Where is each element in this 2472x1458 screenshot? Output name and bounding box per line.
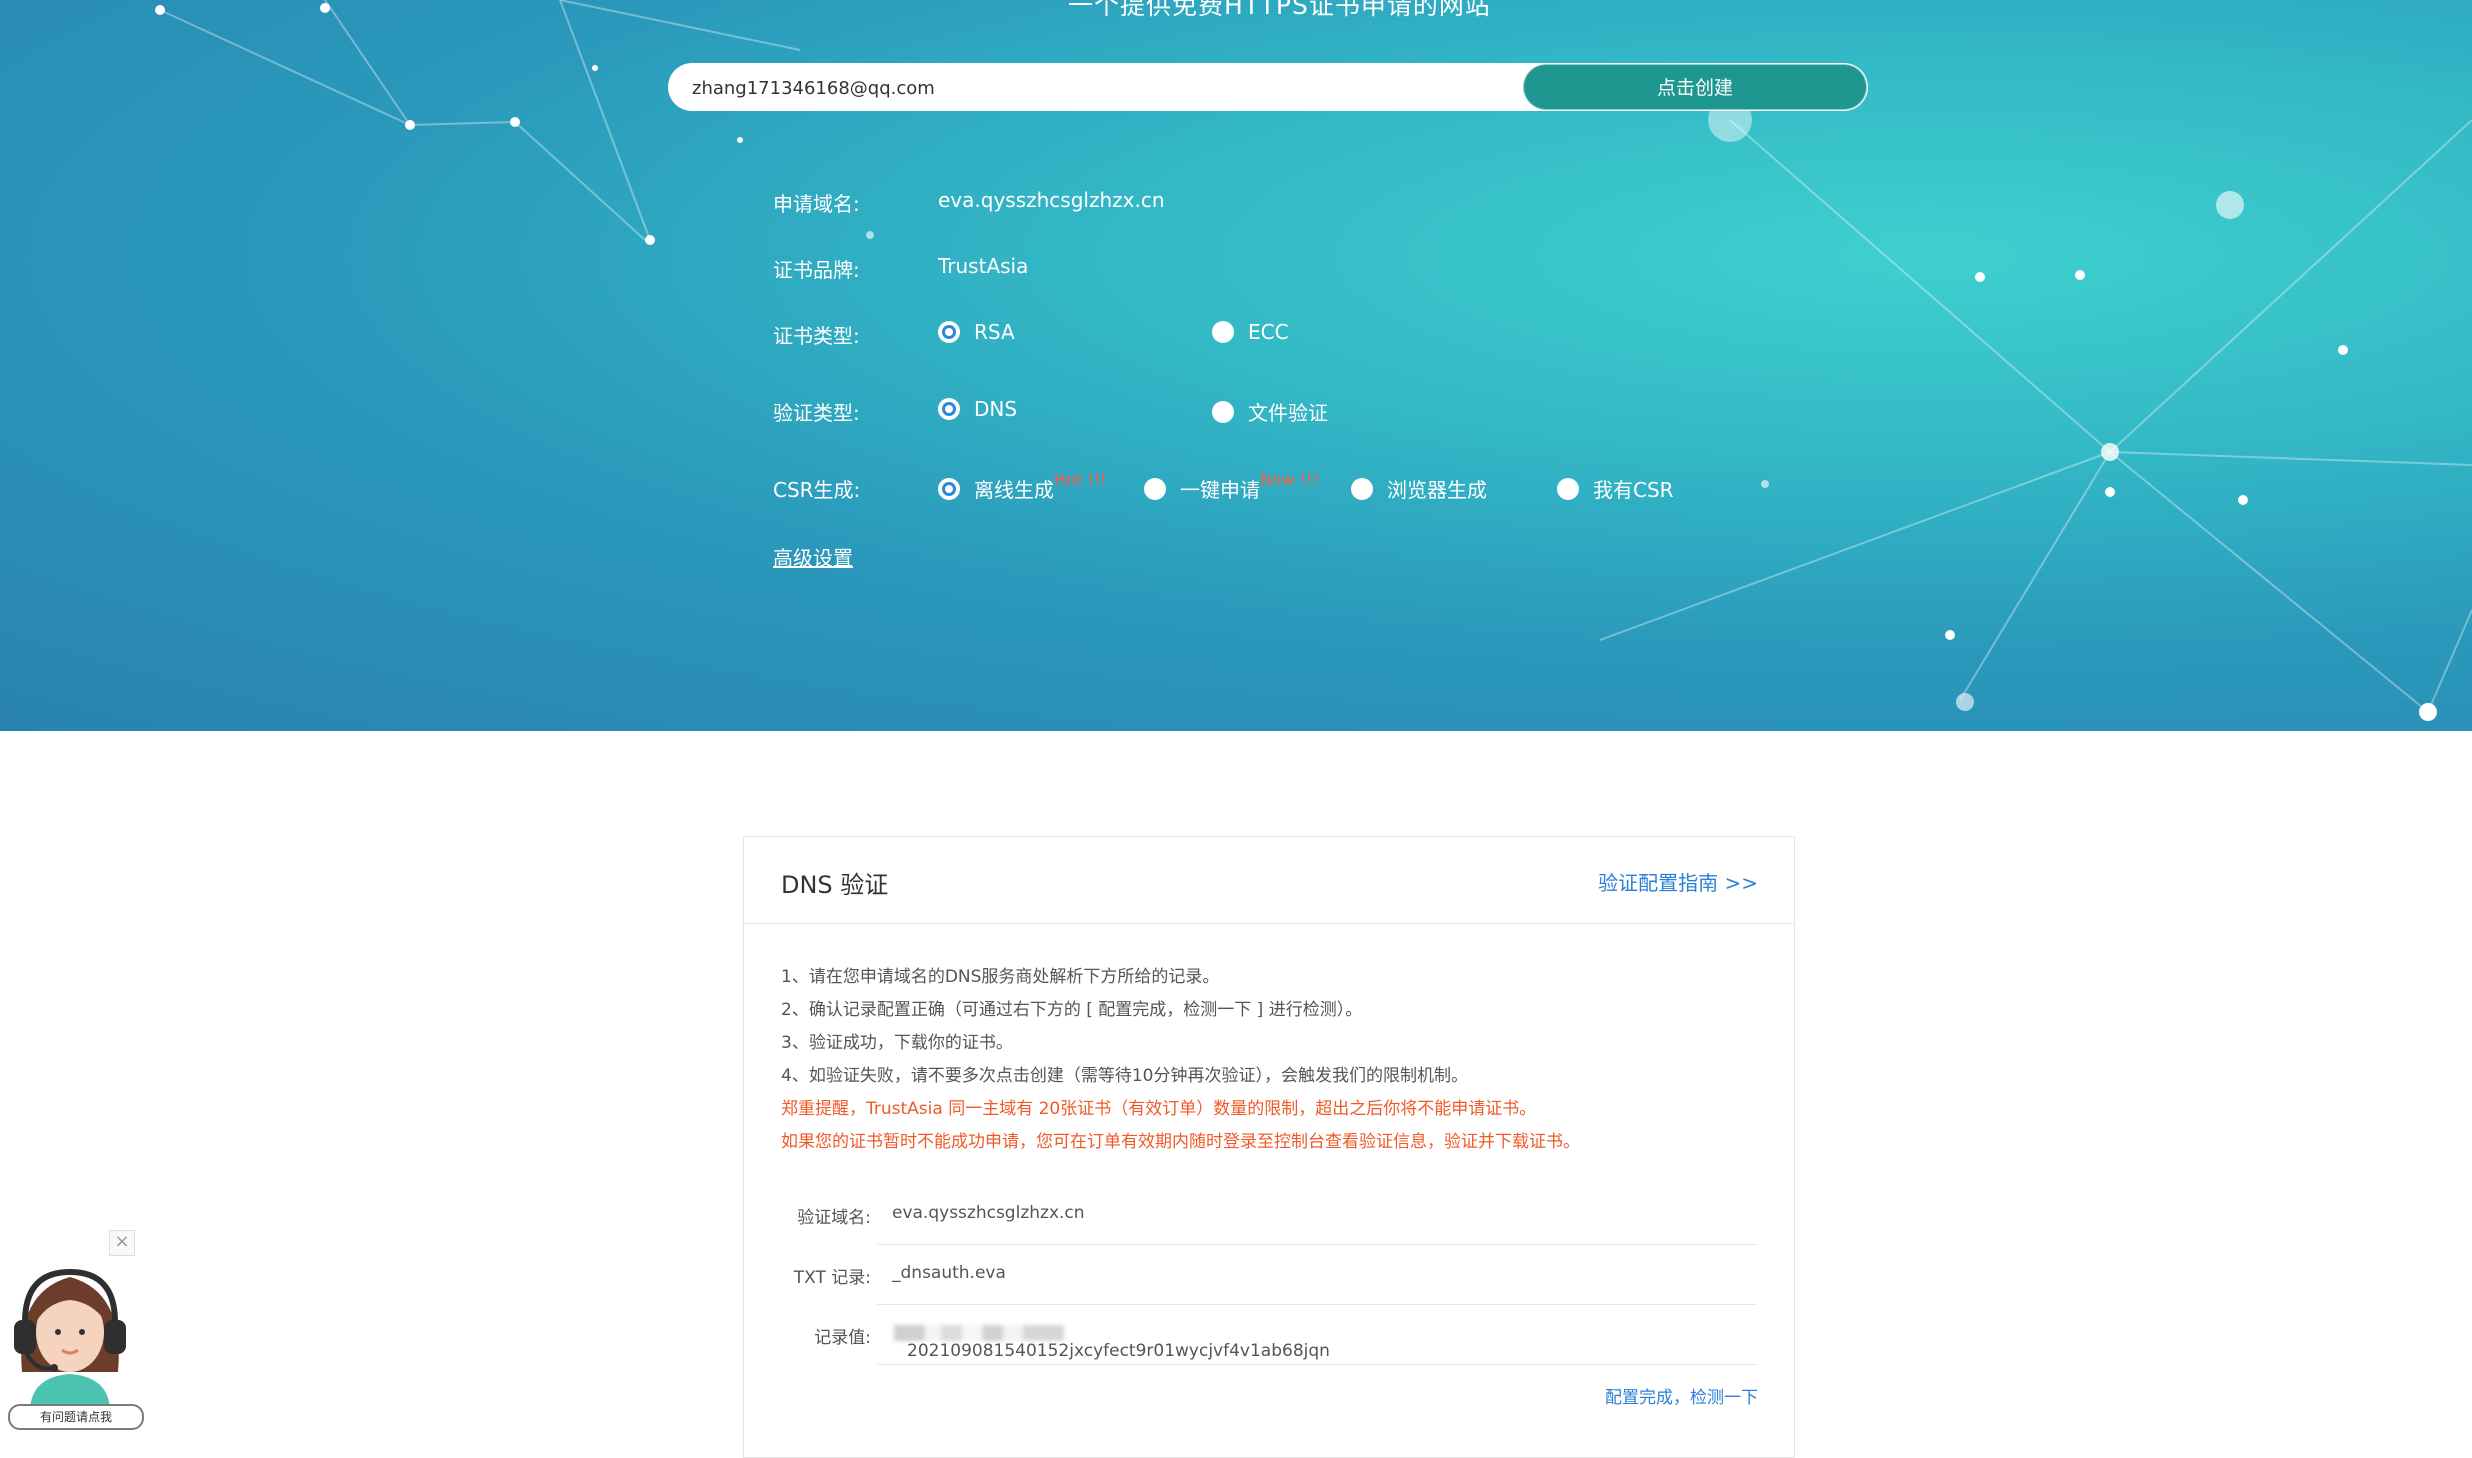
- dns-verify-card: DNS 验证 验证配置指南 >> 1、请在您申请域名的DNS服务商处解析下方所给…: [743, 836, 1795, 1458]
- step-item: 4、如验证失败，请不要多次点击创建（需等待10分钟再次验证），会触发我们的限制机…: [781, 1066, 1468, 1086]
- radio-label: 离线生成: [974, 478, 1054, 502]
- radio-unselected-icon: [1144, 477, 1166, 500]
- csr-label: CSR生成:: [773, 478, 861, 502]
- close-icon[interactable]: ×: [109, 1230, 135, 1256]
- radio-unselected-icon: [1212, 400, 1234, 423]
- warning-text: 如果您的证书暂时不能成功申请，您可在订单有效期内随时登录至控制台查看验证信息，验…: [781, 1132, 1580, 1152]
- radio-label: 我有CSR: [1593, 478, 1674, 502]
- csr-browser-radio[interactable]: 浏览器生成: [1351, 474, 1487, 503]
- radio-unselected-icon: [1557, 477, 1579, 500]
- site-subtitle: 一个提供免费HTTPS证书申请的网站: [1068, 0, 1491, 20]
- step-item: 1、请在您申请域名的DNS服务商处解析下方所给的记录。: [781, 967, 1220, 987]
- step-item: 2、确认记录配置正确（可通过右下方的 [ 配置完成，检测一下 ] 进行检测）。: [781, 1000, 1363, 1020]
- support-tag[interactable]: 有问题请点我: [8, 1404, 144, 1430]
- support-widget[interactable]: × 有问题请点我: [0, 1222, 150, 1434]
- record-value-label: 记录值:: [814, 1328, 871, 1348]
- card-header: DNS 验证 验证配置指南 >>: [744, 837, 1794, 924]
- verify-type-file-radio[interactable]: 文件验证: [1212, 397, 1328, 426]
- verify-type-label: 验证类型:: [773, 401, 860, 425]
- verify-domain-field[interactable]: eva.qysszhcsglzhzx.cn: [877, 1185, 1757, 1245]
- verify-domain-row: 验证域名: eva.qysszhcsglzhzx.cn: [781, 1185, 1757, 1245]
- redacted-blur: [894, 1325, 1064, 1341]
- csr-offline-radio[interactable]: 离线生成 Hot !!!: [938, 470, 1106, 503]
- warning-text: 郑重提醒，TrustAsia 同一主域有 20张证书（有效订单）数量的限制，超出…: [781, 1099, 1537, 1119]
- email-bar: 点击创建: [668, 63, 1868, 111]
- radio-label: RSA: [974, 320, 1015, 344]
- cert-type-label: 证书类型:: [773, 324, 860, 348]
- brand-label: 证书品牌:: [773, 258, 860, 282]
- verify-domain-label: 验证域名:: [797, 1208, 871, 1228]
- domain-label: 申请域名:: [773, 192, 860, 216]
- instruction-list: 1、请在您申请域名的DNS服务商处解析下方所给的记录。 2、确认记录配置正确（可…: [781, 961, 1580, 1159]
- hero-banner: 一个提供免费HTTPS证书申请的网站 点击创建 申请域名: eva.qysszh…: [0, 0, 2472, 731]
- radio-selected-icon: [938, 321, 960, 343]
- record-value-row: 记录值: 202109081540152jxcyfect9r01wycjvf4v…: [781, 1305, 1757, 1365]
- radio-label: 一键申请: [1180, 478, 1260, 502]
- cert-type-ecc-radio[interactable]: ECC: [1212, 320, 1289, 344]
- verify-guide-link[interactable]: 验证配置指南 >>: [1598, 867, 1758, 896]
- radio-label: DNS: [974, 397, 1018, 421]
- radio-label: 浏览器生成: [1387, 478, 1487, 502]
- txt-record-label: TXT 记录:: [793, 1268, 871, 1288]
- step-item: 3、验证成功，下载你的证书。: [781, 1033, 1013, 1053]
- radio-selected-icon: [938, 398, 960, 420]
- verify-type-dns-radio[interactable]: DNS: [938, 397, 1017, 421]
- brand-value: TrustAsia: [938, 254, 1029, 278]
- advanced-settings-link[interactable]: 高级设置: [773, 542, 853, 571]
- txt-record-field[interactable]: _dnsauth.eva: [877, 1245, 1757, 1305]
- verify-domain-value: eva.qysszhcsglzhzx.cn: [892, 1203, 1085, 1223]
- csr-own-radio[interactable]: 我有CSR: [1557, 474, 1674, 503]
- card-title: DNS 验证: [781, 871, 889, 899]
- domain-value: eva.qysszhcsglzhzx.cn: [938, 188, 1165, 212]
- txt-record-value: _dnsauth.eva: [892, 1263, 1006, 1283]
- txt-record-row: TXT 记录: _dnsauth.eva: [781, 1245, 1757, 1305]
- now-badge: Now !!!: [1260, 470, 1320, 489]
- radio-label: 文件验证: [1248, 401, 1328, 425]
- csr-oneclick-radio[interactable]: 一键申请 Now !!!: [1144, 470, 1319, 503]
- radio-unselected-icon: [1212, 321, 1234, 343]
- radio-unselected-icon: [1351, 477, 1373, 500]
- record-value: 202109081540152jxcyfect9r01wycjvf4v1ab68…: [907, 1341, 1330, 1361]
- radio-label: ECC: [1248, 320, 1289, 344]
- cert-type-rsa-radio[interactable]: RSA: [938, 320, 1015, 344]
- record-value-field[interactable]: 202109081540152jxcyfect9r01wycjvf4v1ab68…: [877, 1305, 1757, 1365]
- hot-badge: Hot !!!: [1054, 470, 1107, 489]
- create-button[interactable]: 点击创建: [1523, 64, 1867, 110]
- config-done-check-link[interactable]: 配置完成，检测一下: [1605, 1383, 1758, 1408]
- radio-selected-icon: [938, 477, 960, 500]
